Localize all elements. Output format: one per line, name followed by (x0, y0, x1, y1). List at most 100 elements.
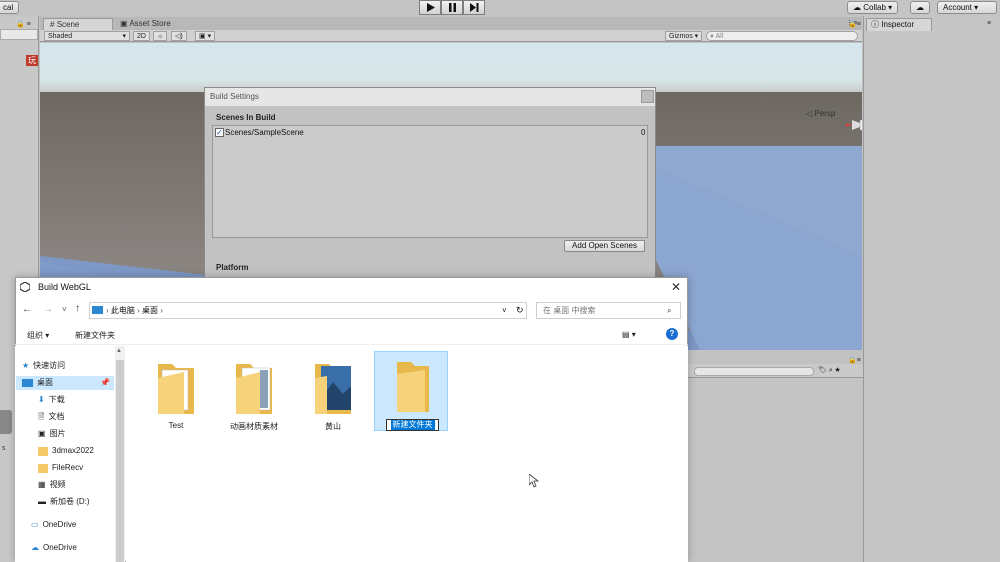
view-options-button[interactable]: ▤ ▾ (622, 330, 636, 339)
add-open-scenes-button[interactable]: Add Open Scenes (564, 240, 645, 252)
tab-inspector[interactable]: ⓘ Inspector (866, 18, 932, 31)
step-icon (469, 3, 478, 12)
layout-button[interactable]: cal (0, 1, 20, 14)
scroll-up-icon[interactable]: ▲ (116, 348, 122, 354)
scene-checkbox[interactable]: ✓ (215, 128, 224, 137)
download-icon: ⬇ (38, 395, 45, 404)
up-button[interactable]: ↑ (75, 303, 80, 314)
scene-tab-strip: # Scene ▣ Asset Store ⋮≡ (40, 17, 862, 30)
step-button[interactable] (463, 0, 485, 15)
hierarchy-search[interactable] (0, 29, 38, 40)
perspective-label[interactable]: ◁ Persp (806, 109, 835, 118)
computer-icon (92, 306, 103, 314)
rename-input[interactable]: 新建文件夹 (386, 419, 439, 431)
file-item-animation-materials[interactable]: 动画材质素材 (217, 354, 291, 434)
file-name: 动画材质素材 (230, 422, 278, 431)
mouse-cursor-icon (529, 474, 539, 488)
cloud-icon: ☁ (31, 543, 39, 552)
build-settings-title: Build Settings (205, 88, 655, 106)
video-icon: ▦ (38, 480, 46, 489)
orientation-gizmo[interactable] (840, 103, 862, 153)
inspector-menu-icon[interactable]: ≡ (987, 20, 991, 27)
folder-icon (315, 364, 351, 414)
lighting-toggle[interactable]: ☼ (153, 31, 168, 41)
back-button[interactable]: ← (22, 304, 32, 315)
folder-icon (38, 446, 48, 456)
account-button[interactable]: Account ▾ (937, 1, 997, 14)
effects-dropdown[interactable]: ▣ ▾ (195, 31, 216, 41)
dialog-title: Build WebGL (38, 282, 91, 292)
forward-button[interactable]: → (43, 304, 53, 315)
history-dropdown[interactable]: ˅ (62, 305, 67, 314)
nav-item-pictures[interactable]: ▣ 图片 (38, 427, 66, 441)
play-button[interactable] (419, 0, 441, 15)
onedrive-icon: ▭ (31, 520, 39, 529)
audio-toggle[interactable]: ◁) (171, 31, 187, 41)
project-panel (688, 378, 863, 562)
picture-icon: ▣ (38, 429, 46, 438)
nav-item-onedrive-2[interactable]: ☁ OneDrive (31, 541, 77, 555)
nav-item-onedrive-1[interactable]: ▭ OneDrive (31, 518, 76, 532)
close-icon[interactable]: ✕ (671, 280, 681, 294)
scene-lock-icon[interactable]: 🔒≡ (848, 20, 861, 28)
nav-item-drive-d[interactable]: ▬ 新加卷 (D:) (38, 495, 90, 509)
scenes-list[interactable]: ✓ Scenes/SampleScene 0 (212, 125, 648, 238)
breadcrumb-desktop[interactable]: 桌面 (142, 306, 158, 315)
mode-2d-toggle[interactable]: 2D (133, 31, 150, 41)
gizmos-dropdown[interactable]: Gizmos ▾ (665, 31, 703, 41)
shading-dropdown[interactable]: Shaded ▾ (44, 31, 130, 41)
filter-icons[interactable]: 🏷 ⌕ ★ (818, 366, 840, 375)
organize-button[interactable]: 组织 ▾ (27, 330, 49, 341)
document-icon: 🗎 (38, 412, 45, 421)
tab-asset-store[interactable]: ▣ Asset Store (114, 18, 184, 30)
chevron-down-icon: ▾ (122, 33, 126, 40)
file-item-huangshan[interactable]: 黄山 (296, 354, 370, 434)
command-bar: 组织 ▾ 新建文件夹 ▤ ▾ ? (15, 325, 688, 345)
scene-name[interactable]: Scenes/SampleScene (225, 128, 304, 137)
search-input[interactable]: 在 桌面 中搜索 ⌕ (536, 302, 681, 319)
refresh-icon[interactable]: ↻ (516, 303, 524, 318)
platform-header: Platform (216, 263, 249, 272)
address-dropdown[interactable]: ˅ (502, 303, 507, 318)
nav-item-documents[interactable]: 🗎 文档 (38, 410, 64, 424)
unity-toolbar: cal ☁ Collab ▾ ☁ Account ▾ (0, 0, 1000, 16)
collab-button[interactable]: ☁ Collab ▾ (847, 1, 899, 14)
services-button[interactable]: ☁ (910, 1, 930, 14)
nav-item-3dmax2022[interactable]: 3dmax2022 (38, 444, 94, 458)
tab-scene[interactable]: # Scene (43, 18, 113, 30)
file-item-new-folder[interactable]: 新建文件夹 (374, 351, 448, 431)
pause-button[interactable] (441, 0, 463, 15)
sun-icon: ☼ (157, 33, 164, 40)
scene-search-input[interactable]: ⌕ All (706, 31, 858, 41)
info-icon: ⓘ (871, 20, 879, 29)
nav-item-quick-access[interactable]: ★ 快速访问 (22, 359, 65, 373)
nav-item-filerecv[interactable]: FileRecv (38, 461, 83, 475)
scenes-in-build-header: Scenes In Build (216, 113, 276, 122)
nav-item-videos[interactable]: ▦ 视频 (38, 478, 66, 492)
project-lock-icon[interactable]: 🔒≡ (848, 356, 861, 364)
inspector-panel (863, 16, 1000, 562)
nav-scrollbar-thumb[interactable] (116, 360, 124, 562)
address-bar[interactable]: › 此电脑 › 桌面 › ˅ ↻ (89, 302, 527, 319)
build-settings-close-button[interactable] (641, 90, 654, 103)
file-item-test[interactable]: Test (139, 354, 213, 434)
star-icon: ★ (22, 361, 30, 370)
nav-item-desktop[interactable]: 桌面 📌 (16, 376, 114, 390)
breadcrumb-pc[interactable]: 此电脑 (111, 306, 135, 315)
store-icon: ▣ (120, 19, 128, 28)
play-icon (426, 3, 435, 12)
play-controls (419, 0, 485, 15)
file-name: 黄山 (325, 422, 341, 431)
help-icon[interactable]: ? (666, 328, 678, 340)
pause-icon (448, 3, 456, 12)
folder-icon (236, 364, 272, 414)
nav-item-downloads[interactable]: ⬇ 下载 (38, 393, 65, 407)
project-search-input[interactable] (694, 367, 814, 376)
image-icon: ▣ (199, 33, 206, 40)
view-icon: ▤ (622, 330, 630, 339)
lower-edge-text: s (2, 445, 6, 452)
cloud-small-icon: ☁ (853, 3, 861, 12)
new-folder-button[interactable]: 新建文件夹 (75, 330, 115, 341)
drive-icon: ▬ (38, 497, 46, 506)
lock-icon[interactable]: 🔒 ≡ (16, 20, 31, 28)
